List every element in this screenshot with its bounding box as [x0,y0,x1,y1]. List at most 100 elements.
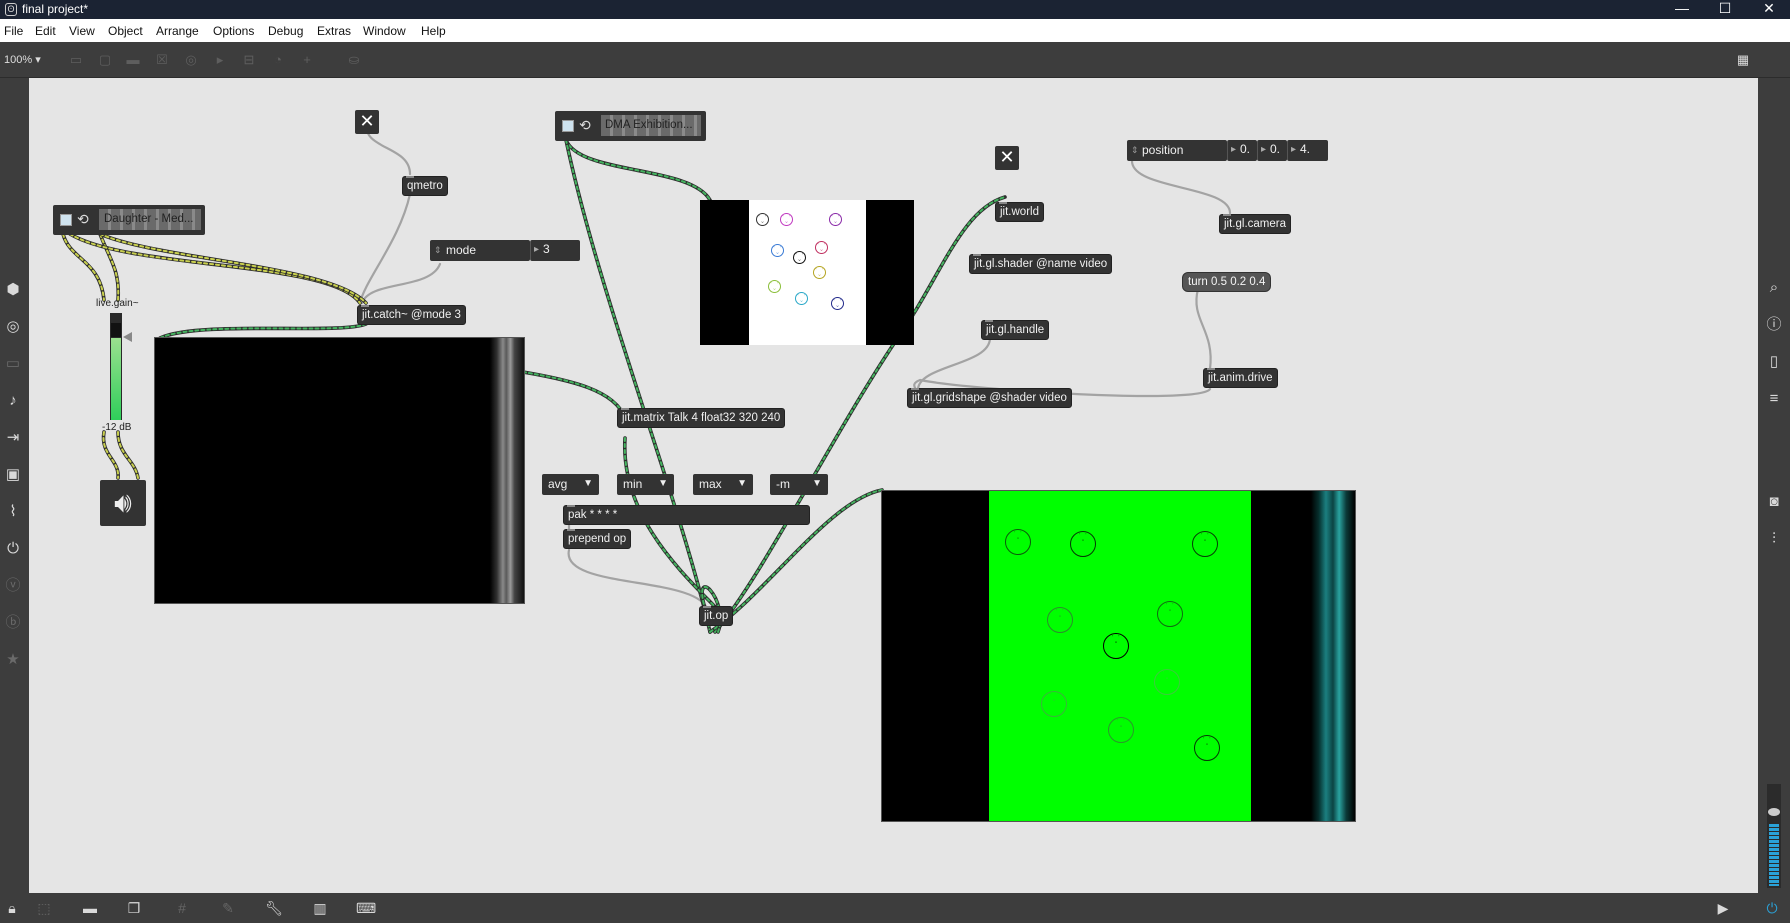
dial-icon[interactable]: ◔ [270,52,286,68]
movie-player-2[interactable]: ⟲ DMA Exhibition... [555,111,706,141]
comment-icon[interactable]: ▬ [125,52,141,68]
paperclip-icon[interactable]: ⌇ [3,502,23,522]
lock-icon[interactable]: 🔒︎ [2,899,22,917]
music-note-icon[interactable]: ♪ [3,391,23,411]
mixer-icon[interactable]: ⫶ [1764,529,1784,549]
gain-pointer-icon[interactable] [123,332,132,342]
bottom-toolbar: 🔒︎ ⬚ ▬ ❐ # ✎ 🔧︎ ▥ ⌨ ▶ ⏻ [0,893,1790,923]
dsp-power-icon[interactable]: ⏻ [1762,899,1782,917]
menu-debug[interactable]: Debug [268,24,303,38]
image-icon[interactable]: ▣ [3,465,23,485]
reference-icon[interactable]: ▯ [1764,352,1784,372]
mode-attrui[interactable]: ⇕ mode [430,240,530,261]
video-preview-output[interactable] [881,490,1356,822]
wrench-icon[interactable]: 🔧︎ [264,899,284,917]
position-z[interactable]: 4. [1287,140,1328,161]
position-attrui[interactable]: ⇕ position [1127,140,1227,161]
slider-icon[interactable]: ⊟ [241,52,257,68]
close-x-button-2[interactable]: ✕ [995,146,1019,170]
edit-lock-icon[interactable]: ⬚ [34,899,54,917]
menu-window[interactable]: Window [363,24,406,38]
jit-gl-gridshape-object[interactable]: jit.gl.gridshape @shader video [907,388,1072,408]
computer-keyboard-icon[interactable]: ⌨ [356,899,376,917]
umenu-min[interactable]: min ▼ [617,474,674,495]
mode-value[interactable]: 3 [530,240,580,261]
grid-icon[interactable]: # [172,899,192,917]
close-button[interactable]: ✕ [1750,0,1788,19]
jit-op-object[interactable]: jit.op [699,606,734,626]
menu-file[interactable]: File [4,24,23,38]
umenu-m[interactable]: -m ▼ [770,474,828,495]
button-icon[interactable]: ☒ [154,52,170,68]
jit-matrix-object[interactable]: jit.matrix Talk 4 float32 320 240 [617,408,786,428]
umenu-max[interactable]: max ▼ [693,474,753,495]
menu-extras[interactable]: Extras [317,24,351,38]
paint-bucket-icon[interactable]: ⛀ [346,52,362,68]
list-icon[interactable]: ≡ [1764,389,1784,409]
plug-icon[interactable]: ⏻ [3,539,23,559]
umenu-avg[interactable]: avg ▼ [542,474,599,495]
volume-knob[interactable] [1768,808,1780,816]
minimize-button[interactable]: — [1663,0,1701,19]
grid-menu-icon[interactable]: ▦ [1735,52,1751,68]
toggle-icon[interactable]: ◎ [183,52,199,68]
video-preview-1[interactable] [154,337,525,604]
pak-object[interactable]: pak * * * * [563,505,810,525]
menu-help[interactable]: Help [421,24,446,38]
presentation-icon[interactable]: ▭ [3,354,23,374]
jit-gl-handle-object[interactable]: jit.gl.handle [981,320,1050,340]
number-icon[interactable]: ▸ [212,52,228,68]
position-x[interactable]: 0. [1227,140,1257,161]
face-icon [1108,717,1134,743]
zoom-menu[interactable]: 100% ▾ [4,53,41,66]
maximize-button[interactable]: ☐ [1706,0,1744,19]
white-frame [749,200,866,345]
b-icon[interactable]: ⓑ [3,613,23,633]
menu-edit[interactable]: Edit [35,24,56,38]
jit-anim-drive-object[interactable]: jit.anim.drive [1203,368,1278,388]
left-sidebar: ⬢ ◎ ▭ ♪ ⇥ ▣ ⌇ ⏻ ⓥ ⓑ ★ [0,78,29,893]
level-meter-fill [1769,824,1779,886]
jit-world-object[interactable]: jit.world [995,202,1044,222]
star-icon[interactable]: ★ [3,650,23,670]
video-preview-2[interactable] [700,200,914,345]
menu-arrange[interactable]: Arrange [156,24,199,38]
info-icon[interactable]: ⓘ [1764,315,1784,335]
package-icon[interactable]: ⬢ [3,280,23,300]
windows-icon[interactable]: ❐ [124,899,144,917]
v-icon[interactable]: ⓥ [3,576,23,596]
live-gain-slider[interactable] [110,313,122,420]
menu-options[interactable]: Options [213,24,254,38]
keyboard-icon[interactable]: ▥ [310,899,330,917]
play-toggle-2[interactable] [562,120,574,132]
new-message-icon[interactable]: ▢ [97,52,113,68]
play-toggle[interactable] [60,214,72,226]
jit-gl-shader-object[interactable]: jit.gl.shader @name video [969,254,1113,274]
face-icon [813,266,826,279]
turn-message[interactable]: turn 0.5 0.2 0.4 [1182,272,1272,292]
live-gain-db: -12 dB [102,422,132,433]
jit-gl-camera-object[interactable]: jit.gl.camera [1219,214,1291,234]
prepend-object[interactable]: prepend op [563,529,632,549]
presentation-mode-icon[interactable]: ▬ [80,899,100,917]
loop-icon[interactable]: ⟲ [77,211,89,228]
target-icon[interactable]: ◎ [3,317,23,337]
transport-play-icon[interactable]: ▶ [1713,899,1733,917]
umenu-min-label: min [623,477,643,491]
speaker-icon[interactable]: 🔊︎ [100,480,146,526]
loop-icon-2[interactable]: ⟲ [579,117,591,134]
jit-catch-object[interactable]: jit.catch~ @mode 3 [357,305,466,325]
movie-player-1[interactable]: ⟲ Daughter - Med... [53,205,205,235]
snap-icon[interactable]: ✎ [218,899,238,917]
menu-object[interactable]: Object [108,24,143,38]
close-x-button-1[interactable]: ✕ [355,110,379,134]
sequence-icon[interactable]: ⇥ [3,428,23,448]
snapshot-icon[interactable]: ◙ [1764,492,1784,512]
new-object-icon[interactable]: ▭ [68,52,84,68]
add-icon[interactable]: + [299,52,315,68]
search-icon[interactable]: ⌕ [1764,278,1784,298]
teal-edge-strip [1311,491,1355,821]
position-y[interactable]: 0. [1257,140,1287,161]
qmetro-object[interactable]: qmetro [402,176,448,196]
menu-view[interactable]: View [69,24,95,38]
